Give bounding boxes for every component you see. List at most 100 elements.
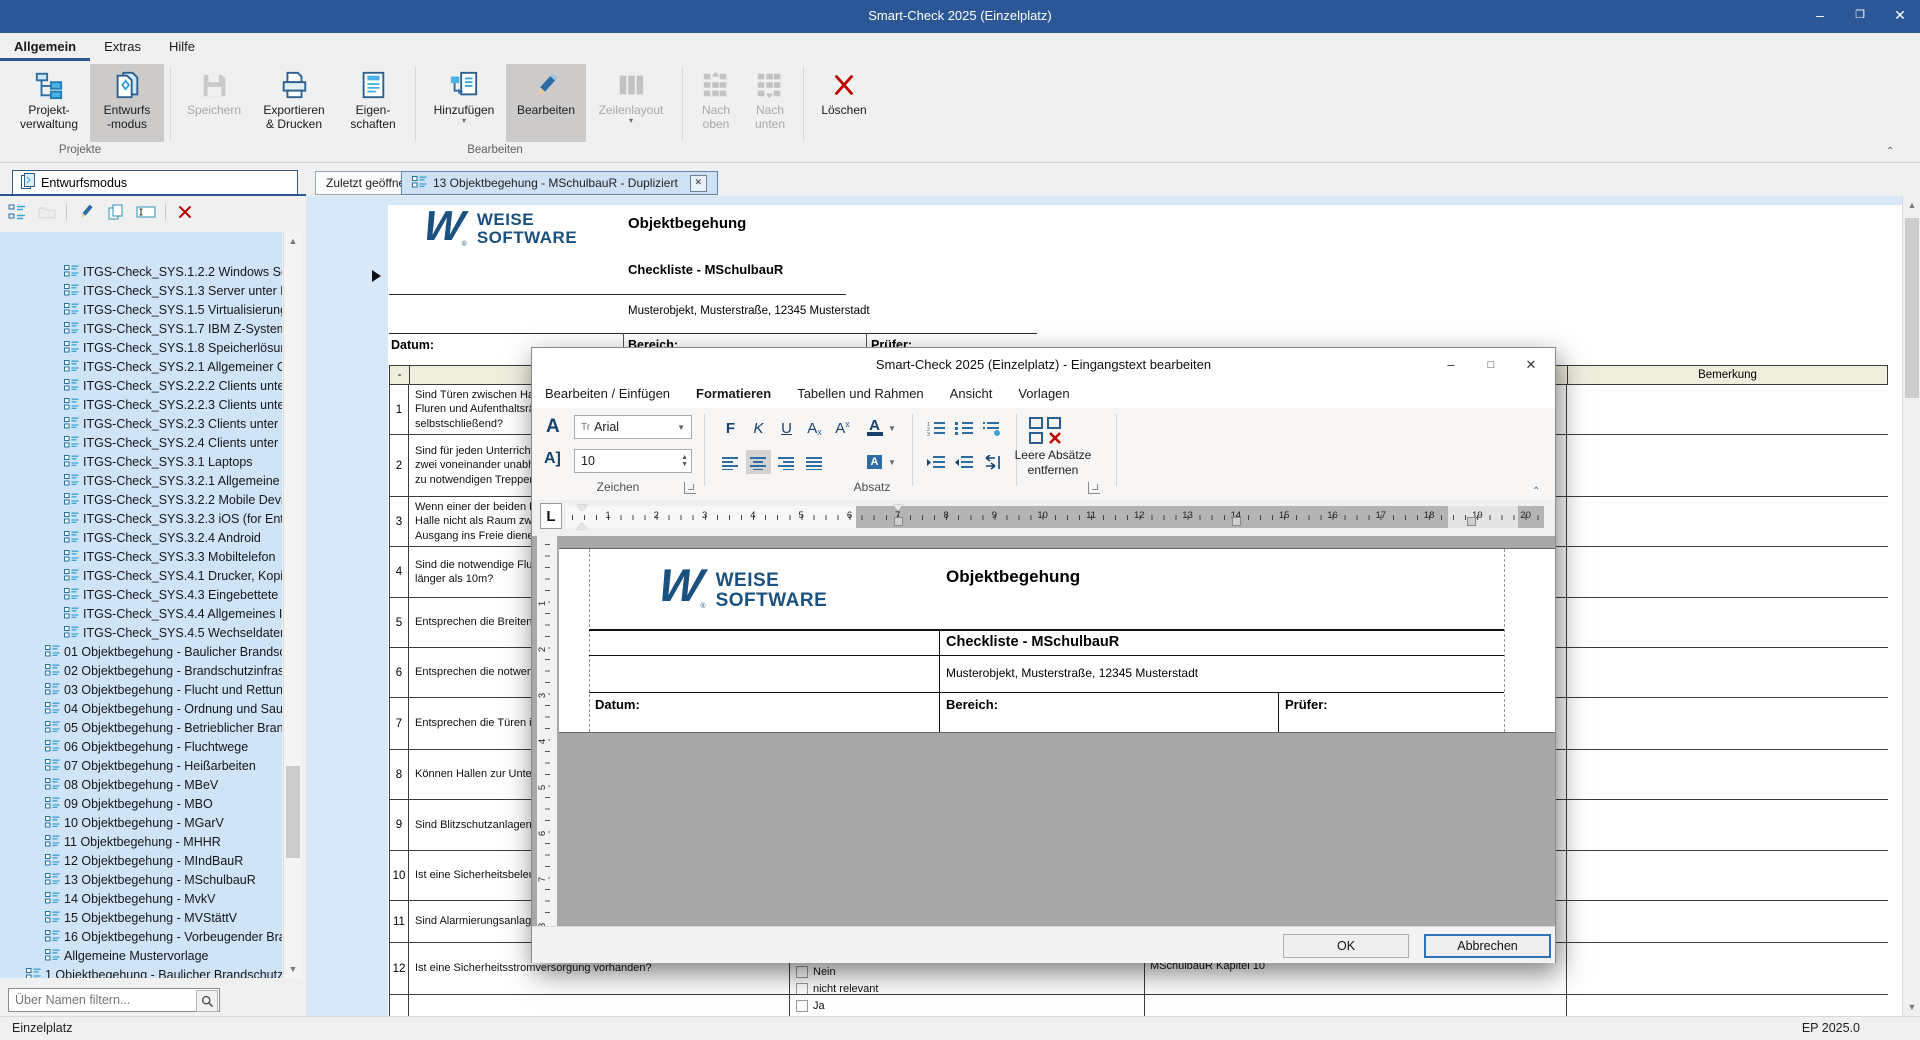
tree-item[interactable]: ITGS-Check_SYS.4.1 Drucker, Kopier... bbox=[64, 566, 282, 585]
remove-empty-paragraphs-label[interactable]: Leere Absätze entfernen bbox=[998, 448, 1108, 478]
rename-icon[interactable] bbox=[135, 201, 157, 223]
dialog-tab-bearbeiten-einf-gen[interactable]: Bearbeiten / Einfügen bbox=[532, 382, 683, 405]
tree-item[interactable]: ITGS-Check_SYS.2.1 Allgemeiner Client bbox=[64, 357, 282, 376]
subscript-button[interactable]: Ax bbox=[802, 416, 827, 440]
bemerkung-cell[interactable] bbox=[1567, 943, 1888, 994]
indent-marker-icon[interactable] bbox=[893, 505, 903, 511]
sidebar-scroll-thumb[interactable] bbox=[286, 766, 300, 858]
tree-item[interactable]: 09 Objektbegehung - MBO bbox=[45, 794, 213, 813]
tree-item[interactable]: ITGS-Check_SYS.2.4 Clients unter ... bbox=[64, 433, 282, 452]
bold-button[interactable]: F bbox=[718, 416, 743, 440]
minimize-icon[interactable]: – bbox=[1800, 0, 1840, 30]
menu-item-hilfe[interactable]: Hilfe bbox=[155, 33, 209, 58]
tree-item[interactable]: ITGS-Check_SYS.1.5 Virtualisierung bbox=[64, 300, 282, 319]
dialog-minimize-icon[interactable]: – bbox=[1435, 352, 1467, 378]
chevron-down-icon[interactable]: ▼ bbox=[888, 458, 896, 467]
underline-button[interactable]: U bbox=[774, 416, 799, 440]
bemerkung-cell[interactable] bbox=[1567, 995, 1888, 1016]
font-color-button[interactable]: A bbox=[862, 416, 887, 440]
tree-item[interactable]: 04 Objektbegehung - Ordnung und Saub... bbox=[45, 699, 282, 718]
absatz-dialog-launcher-icon[interactable] bbox=[1088, 482, 1100, 494]
zeichen-dialog-launcher-icon[interactable] bbox=[684, 482, 696, 494]
chevron-down-icon[interactable]: ▼ bbox=[677, 423, 685, 432]
chevron-down-icon[interactable]: ▼ bbox=[888, 424, 896, 433]
list-settings-button[interactable] bbox=[980, 416, 1005, 440]
tree-item[interactable]: 15 Objektbegehung - MVStättV bbox=[45, 908, 237, 927]
bemerkung-cell[interactable] bbox=[1567, 901, 1888, 942]
tree-item[interactable]: 06 Objektbegehung - Fluchtwege bbox=[45, 737, 248, 756]
spinner-up-icon[interactable]: ▲ bbox=[681, 454, 688, 461]
tree-item[interactable]: ITGS-Check_SYS.3.1 Laptops bbox=[64, 452, 253, 471]
tree-item[interactable]: 02 Objektbegehung - Brandschutzinfrastr.… bbox=[45, 661, 282, 680]
tree-item[interactable]: 05 Objektbegehung - Betrieblicher Brand.… bbox=[45, 718, 282, 737]
answer-option[interactable]: Nein bbox=[796, 965, 836, 978]
scroll-down-icon[interactable]: ▼ bbox=[1903, 998, 1920, 1016]
dialog-editor[interactable]: 12345678 W ® WEISE SOFTWARE Objektbegehu… bbox=[532, 536, 1555, 926]
checkbox[interactable] bbox=[796, 983, 808, 994]
column-marker-icon[interactable] bbox=[1467, 517, 1476, 526]
indent-marker-icon[interactable] bbox=[577, 523, 587, 529]
align-right-button[interactable] bbox=[774, 450, 799, 474]
tree-item[interactable]: ITGS-Check_SYS.1.2.2 Windows Ser... bbox=[64, 262, 282, 281]
dialog-tab-vorlagen[interactable]: Vorlagen bbox=[1005, 382, 1082, 405]
tree-item[interactable]: ITGS-Check_SYS.3.2.4 Android bbox=[64, 528, 261, 547]
bemerkung-cell[interactable] bbox=[1567, 547, 1888, 597]
restore-icon[interactable]: ❐ bbox=[1840, 0, 1880, 30]
bemerkung-cell[interactable] bbox=[1567, 750, 1888, 799]
bemerkung-cell[interactable] bbox=[1567, 698, 1888, 749]
preview-page[interactable]: W ® WEISE SOFTWARE Objektbegehung Checkl… bbox=[559, 548, 1555, 733]
cancel-button[interactable]: Abbrechen bbox=[1424, 934, 1551, 958]
chevron-down-icon[interactable]: ▾ bbox=[629, 117, 633, 125]
numbered-list-button[interactable]: 123 bbox=[924, 416, 949, 440]
tree-item[interactable]: 08 Objektbegehung - MBeV bbox=[45, 775, 218, 794]
delete-icon[interactable] bbox=[174, 201, 196, 223]
bemerkung-cell[interactable] bbox=[1567, 385, 1888, 434]
document-scroll-thumb[interactable] bbox=[1905, 218, 1919, 398]
answer-option[interactable]: nicht relevant bbox=[796, 983, 878, 994]
dialog-tab-tabellen-und-rahmen[interactable]: Tabellen und Rahmen bbox=[784, 382, 936, 405]
filter-input[interactable] bbox=[8, 988, 220, 1012]
bemerkung-cell[interactable] bbox=[1567, 648, 1888, 697]
tree-item[interactable]: 07 Objektbegehung - Heißarbeiten bbox=[45, 756, 256, 775]
align-justify-button[interactable] bbox=[802, 450, 827, 474]
bemerkung-cell[interactable] bbox=[1567, 598, 1888, 647]
close-icon[interactable]: ✕ bbox=[1880, 0, 1920, 30]
font-name-combobox[interactable]: Tr Arial ▼ bbox=[574, 415, 692, 439]
spinner-down-icon[interactable]: ▼ bbox=[681, 461, 688, 468]
tree-item[interactable]: ITGS-Check_SYS.4.5 Wechseldatentr... bbox=[64, 623, 282, 642]
edit-pencil-icon[interactable] bbox=[75, 201, 97, 223]
highlight-color-button[interactable]: A bbox=[862, 450, 887, 474]
chevron-down-icon[interactable]: ▾ bbox=[462, 117, 466, 125]
tree-item[interactable]: 11 Objektbegehung - MHHR bbox=[45, 832, 221, 851]
column-marker-icon[interactable] bbox=[1232, 517, 1241, 526]
dialog-close-icon[interactable]: ✕ bbox=[1515, 352, 1547, 378]
eigenschaften-button[interactable]: Eigen-schaften bbox=[337, 64, 409, 142]
column-marker-icon[interactable] bbox=[894, 517, 903, 526]
vertical-ruler[interactable]: 12345678 bbox=[537, 536, 557, 926]
answer-option[interactable]: Ja bbox=[796, 1000, 825, 1012]
font-size-spinner[interactable]: 10 ▲ ▼ bbox=[574, 449, 692, 473]
dialog-tab-ansicht[interactable]: Ansicht bbox=[937, 382, 1006, 405]
horizontal-ruler[interactable]: 1 2 3 4 5 6 7 8 9 10 11 12 13 14 15 16 17 18 19 20 bbox=[566, 505, 1544, 529]
tree-view-icon[interactable] bbox=[6, 201, 28, 223]
tree-item[interactable]: 1 Objektbegehung - Baulicher Brandschutz… bbox=[26, 965, 282, 978]
bearbeiten-button[interactable]: Bearbeiten bbox=[506, 64, 586, 142]
checkbox[interactable] bbox=[796, 965, 808, 978]
bullet-list-button[interactable] bbox=[952, 416, 977, 440]
tree-item[interactable]: ITGS-Check_SYS.1.7 IBM Z-System bbox=[64, 319, 282, 338]
loeschen-button[interactable]: Löschen bbox=[810, 64, 878, 142]
tree-item[interactable]: 14 Objektbegehung - MvkV bbox=[45, 889, 215, 908]
scroll-down-icon[interactable]: ▼ bbox=[284, 960, 302, 978]
tree-item[interactable]: 16 Objektbegehung - Vorbeugender Bran... bbox=[45, 927, 282, 946]
indent-marker-icon[interactable] bbox=[577, 505, 587, 511]
tree-item[interactable]: ITGS-Check_SYS.3.2.2 Mobile Device... bbox=[64, 490, 282, 509]
dialog-tab-formatieren[interactable]: Formatieren bbox=[683, 382, 784, 405]
tab-entwurfsmodus[interactable]: Entwurfsmodus bbox=[12, 170, 298, 194]
bemerkung-cell[interactable] bbox=[1567, 435, 1888, 496]
tree-item[interactable]: ITGS-Check_SYS.3.2.1 Allgemeine S... bbox=[64, 471, 282, 490]
bemerkung-cell[interactable] bbox=[1567, 800, 1888, 850]
superscript-button[interactable]: Ax bbox=[830, 416, 855, 440]
tree-item[interactable]: ITGS-Check_SYS.2.3 Clients unter Lin... bbox=[64, 414, 282, 433]
align-center-button[interactable] bbox=[746, 450, 771, 474]
tree-item[interactable]: 12 Objektbegehung - MIndBauR bbox=[45, 851, 243, 870]
